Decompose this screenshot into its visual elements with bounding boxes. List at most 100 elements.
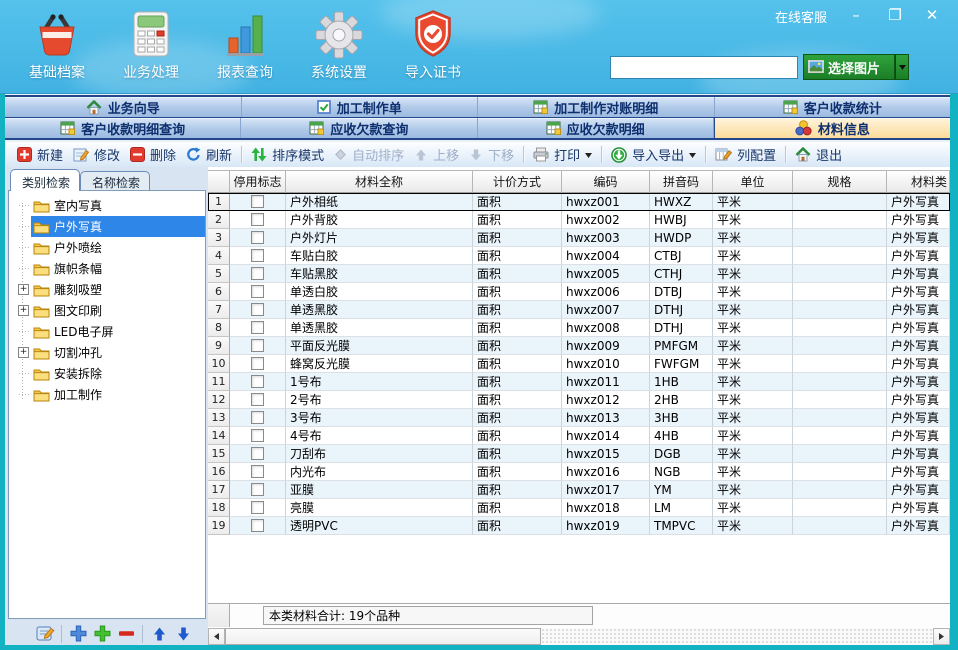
scrollbar-thumb[interactable] [225, 628, 541, 645]
category-edit-button[interactable] [33, 625, 57, 642]
disable-flag-checkbox[interactable] [251, 357, 264, 370]
launcher-item-import-certificate[interactable]: 导入证书 [386, 5, 480, 82]
launcher-item-business-process[interactable]: 业务处理 [104, 5, 198, 82]
disable-flag-checkbox[interactable] [251, 429, 264, 442]
scroll-left-button[interactable] [208, 628, 225, 645]
table-row[interactable]: 4车贴白胶面积hwxz004CTBJ平米户外写真 [208, 247, 950, 265]
tree-item-install-remove[interactable]: 安装拆除 [9, 363, 205, 384]
table-row[interactable]: 7单透黑胶面积hwxz007DTHJ平米户外写真 [208, 301, 950, 319]
table-row[interactable]: 133号布面积hwxz0133HB平米户外写真 [208, 409, 950, 427]
print-button[interactable]: 打印 [528, 143, 597, 166]
column-header-1[interactable]: 停用标志 [230, 170, 286, 193]
tree-item-outdoor-photo[interactable]: 户外写真 [9, 216, 205, 237]
table-row[interactable]: 18亮膜面积hwxz018LM平米户外写真 [208, 499, 950, 517]
disable-flag-checkbox[interactable] [251, 447, 264, 460]
expand-plus-icon[interactable]: + [18, 284, 29, 295]
category-add-sub-button[interactable] [90, 625, 114, 642]
disable-flag-checkbox[interactable] [251, 411, 264, 424]
launcher-item-system-settings[interactable]: 系统设置 [292, 5, 386, 82]
table-row[interactable]: 17亚膜面积hwxz017YM平米户外写真 [208, 481, 950, 499]
disable-flag-checkbox[interactable] [251, 213, 264, 226]
table-row[interactable]: 122号布面积hwxz0122HB平米户外写真 [208, 391, 950, 409]
select-image-dropdown[interactable] [895, 54, 909, 80]
disable-flag-checkbox[interactable] [251, 249, 264, 262]
column-header-4[interactable]: 编码 [562, 170, 650, 193]
table-row[interactable]: 19透明PVC面积hwxz019TMPVC平米户外写真 [208, 517, 950, 535]
table-row[interactable]: 10蜂窝反光膜面积hwxz010FWFGM平米户外写真 [208, 355, 950, 373]
disable-flag-checkbox[interactable] [251, 303, 264, 316]
disable-flag-checkbox[interactable] [251, 393, 264, 406]
disable-flag-checkbox[interactable] [251, 465, 264, 478]
table-row[interactable]: 111号布面积hwxz0111HB平米户外写真 [208, 373, 950, 391]
modify-button[interactable]: 修改 [68, 143, 125, 166]
table-row[interactable]: 15刀刮布面积hwxz015DGB平米户外写真 [208, 445, 950, 463]
tree-item-engraving-blister[interactable]: +雕刻吸塑 [9, 279, 205, 300]
disable-flag-checkbox[interactable] [251, 519, 264, 532]
table-row[interactable]: 6单透白胶面积hwxz006DTBJ平米户外写真 [208, 283, 950, 301]
table-row[interactable]: 2户外背胶面积hwxz002HWBJ平米户外写真 [208, 211, 950, 229]
category-delete-button[interactable] [114, 630, 138, 637]
expand-plus-icon[interactable]: + [18, 347, 29, 358]
tab-customer-receipt-stats[interactable]: 客户收款统计 [715, 97, 951, 117]
column-header-7[interactable]: 规格 [793, 170, 887, 193]
disable-flag-checkbox[interactable] [251, 339, 264, 352]
tab-process-order[interactable]: 加工制作单 [242, 97, 479, 117]
select-image-button[interactable]: 选择图片 [803, 54, 895, 80]
tab-receivable-detail[interactable]: 应收欠款明细 [478, 118, 714, 138]
tree-item-graphic-printing[interactable]: +图文印刷 [9, 300, 205, 321]
disable-flag-checkbox[interactable] [251, 321, 264, 334]
column-config-button[interactable]: 列配置 [710, 143, 781, 166]
disable-flag-checkbox[interactable] [251, 285, 264, 298]
delete-button[interactable]: 删除 [125, 143, 181, 166]
exit-button[interactable]: 退出 [790, 143, 847, 166]
disable-flag-checkbox[interactable] [251, 483, 264, 496]
disable-flag-checkbox[interactable] [251, 231, 264, 244]
disable-flag-checkbox[interactable] [251, 501, 264, 514]
new-button[interactable]: 新建 [12, 143, 68, 166]
tab-name-search[interactable]: 名称检索 [80, 171, 150, 191]
table-row[interactable]: 5车贴黑胶面积hwxz005CTHJ平米户外写真 [208, 265, 950, 283]
table-row[interactable]: 1户外相纸面积hwxz001HWXZ平米户外写真 [208, 193, 950, 211]
expand-plus-icon[interactable]: + [18, 305, 29, 316]
expand-plus-icon[interactable]: + [16, 305, 31, 316]
scroll-right-button[interactable] [933, 628, 950, 645]
disable-flag-checkbox[interactable] [251, 375, 264, 388]
table-row[interactable]: 9平面反光膜面积hwxz009PMFGM平米户外写真 [208, 337, 950, 355]
tab-material-info[interactable]: 材料信息 [714, 118, 950, 138]
minimize-button[interactable]: – [845, 5, 867, 25]
scrollbar-track[interactable] [541, 628, 933, 645]
expand-plus-icon[interactable]: + [16, 284, 31, 295]
import-export-button[interactable]: 导入导出 [606, 143, 701, 166]
close-button[interactable]: ✕ [921, 5, 943, 25]
table-row[interactable]: 16内光布面积hwxz016NGB平米户外写真 [208, 463, 950, 481]
tree-item-cutting-punching[interactable]: +切割冲孔 [9, 342, 205, 363]
column-header-6[interactable]: 单位 [713, 170, 793, 193]
category-move-down-button[interactable] [171, 626, 195, 642]
column-header-8[interactable]: 材料类 [887, 170, 950, 193]
column-header-3[interactable]: 计价方式 [473, 170, 562, 193]
tab-category-search[interactable]: 类别检索 [10, 169, 80, 191]
image-search-input[interactable] [610, 56, 798, 79]
column-header-2[interactable]: 材料全称 [286, 170, 473, 193]
tree-item-led-screen[interactable]: LED电子屏 [9, 321, 205, 342]
tree-item-outdoor-spray[interactable]: 户外喷绘 [9, 237, 205, 258]
maximize-button[interactable]: ❐ [884, 5, 906, 25]
tab-receivable-query[interactable]: 应收欠款查询 [241, 118, 477, 138]
tree-item-flag-banner[interactable]: 旗帜条幅 [9, 258, 205, 279]
table-row[interactable]: 144号布面积hwxz0144HB平米户外写真 [208, 427, 950, 445]
sort-mode-button[interactable]: 排序模式 [246, 143, 329, 166]
tree-item-indoor-photo[interactable]: 室内写真 [9, 195, 205, 216]
expand-plus-icon[interactable]: + [16, 347, 31, 358]
tab-process-statement-detail[interactable]: 加工制作对账明细 [478, 97, 715, 117]
disable-flag-checkbox[interactable] [251, 267, 264, 280]
category-add-button[interactable] [66, 625, 90, 642]
launcher-item-basic-archives[interactable]: 基础档案 [10, 5, 104, 82]
disable-flag-checkbox[interactable] [251, 195, 264, 208]
online-service-link[interactable]: 在线客服 [775, 7, 827, 26]
tab-customer-receipt-detail-query[interactable]: 客户收款明细查询 [5, 118, 241, 138]
table-row[interactable]: 3户外灯片面积hwxz003HWDP平米户外写真 [208, 229, 950, 247]
column-header-5[interactable]: 拼音码 [650, 170, 713, 193]
tab-business-wizard[interactable]: 业务向导 [5, 97, 242, 117]
tree-item-processing[interactable]: 加工制作 [9, 384, 205, 405]
category-move-up-button[interactable] [147, 626, 171, 642]
